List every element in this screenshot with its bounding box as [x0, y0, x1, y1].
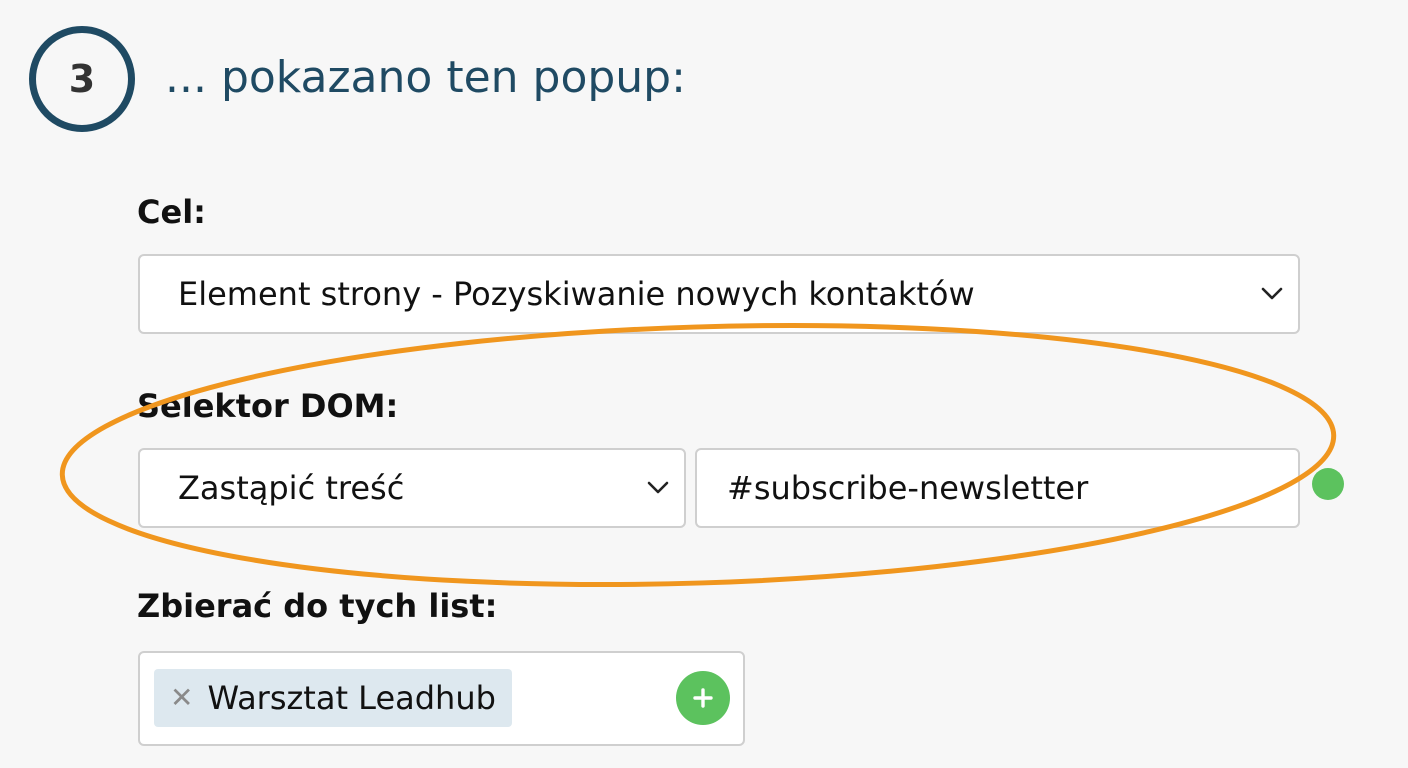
- lists-tag-input[interactable]: ✕ Warsztat Leadhub: [138, 651, 745, 746]
- dom-selector-mode-value: Zastąpić treść: [178, 469, 405, 507]
- step-title: ... pokazano ten popup:: [165, 52, 686, 103]
- chevron-down-icon: [638, 468, 678, 508]
- dom-selector-input[interactable]: #subscribe-newsletter: [695, 448, 1300, 528]
- add-list-button[interactable]: [676, 671, 730, 725]
- step-number: 3: [68, 57, 96, 101]
- step-number-badge: 3: [29, 26, 135, 132]
- goal-select[interactable]: Element strony - Pozyskiwanie nowych kon…: [138, 254, 1300, 334]
- goal-label: Cel:: [137, 193, 206, 231]
- list-tag: ✕ Warsztat Leadhub: [154, 669, 512, 727]
- dom-selector-label: Selektor DOM:: [137, 387, 399, 425]
- close-icon[interactable]: ✕: [170, 684, 193, 712]
- plus-icon: [693, 688, 713, 708]
- list-tag-label: Warsztat Leadhub: [207, 679, 496, 717]
- lists-label: Zbierać do tych list:: [137, 587, 498, 625]
- chevron-down-icon: [1252, 274, 1292, 314]
- goal-select-value: Element strony - Pozyskiwanie nowych kon…: [178, 275, 975, 313]
- dom-selector-input-value: #subscribe-newsletter: [727, 469, 1089, 507]
- dom-selector-mode-select[interactable]: Zastąpić treść: [138, 448, 686, 528]
- info-icon[interactable]: [1312, 468, 1344, 500]
